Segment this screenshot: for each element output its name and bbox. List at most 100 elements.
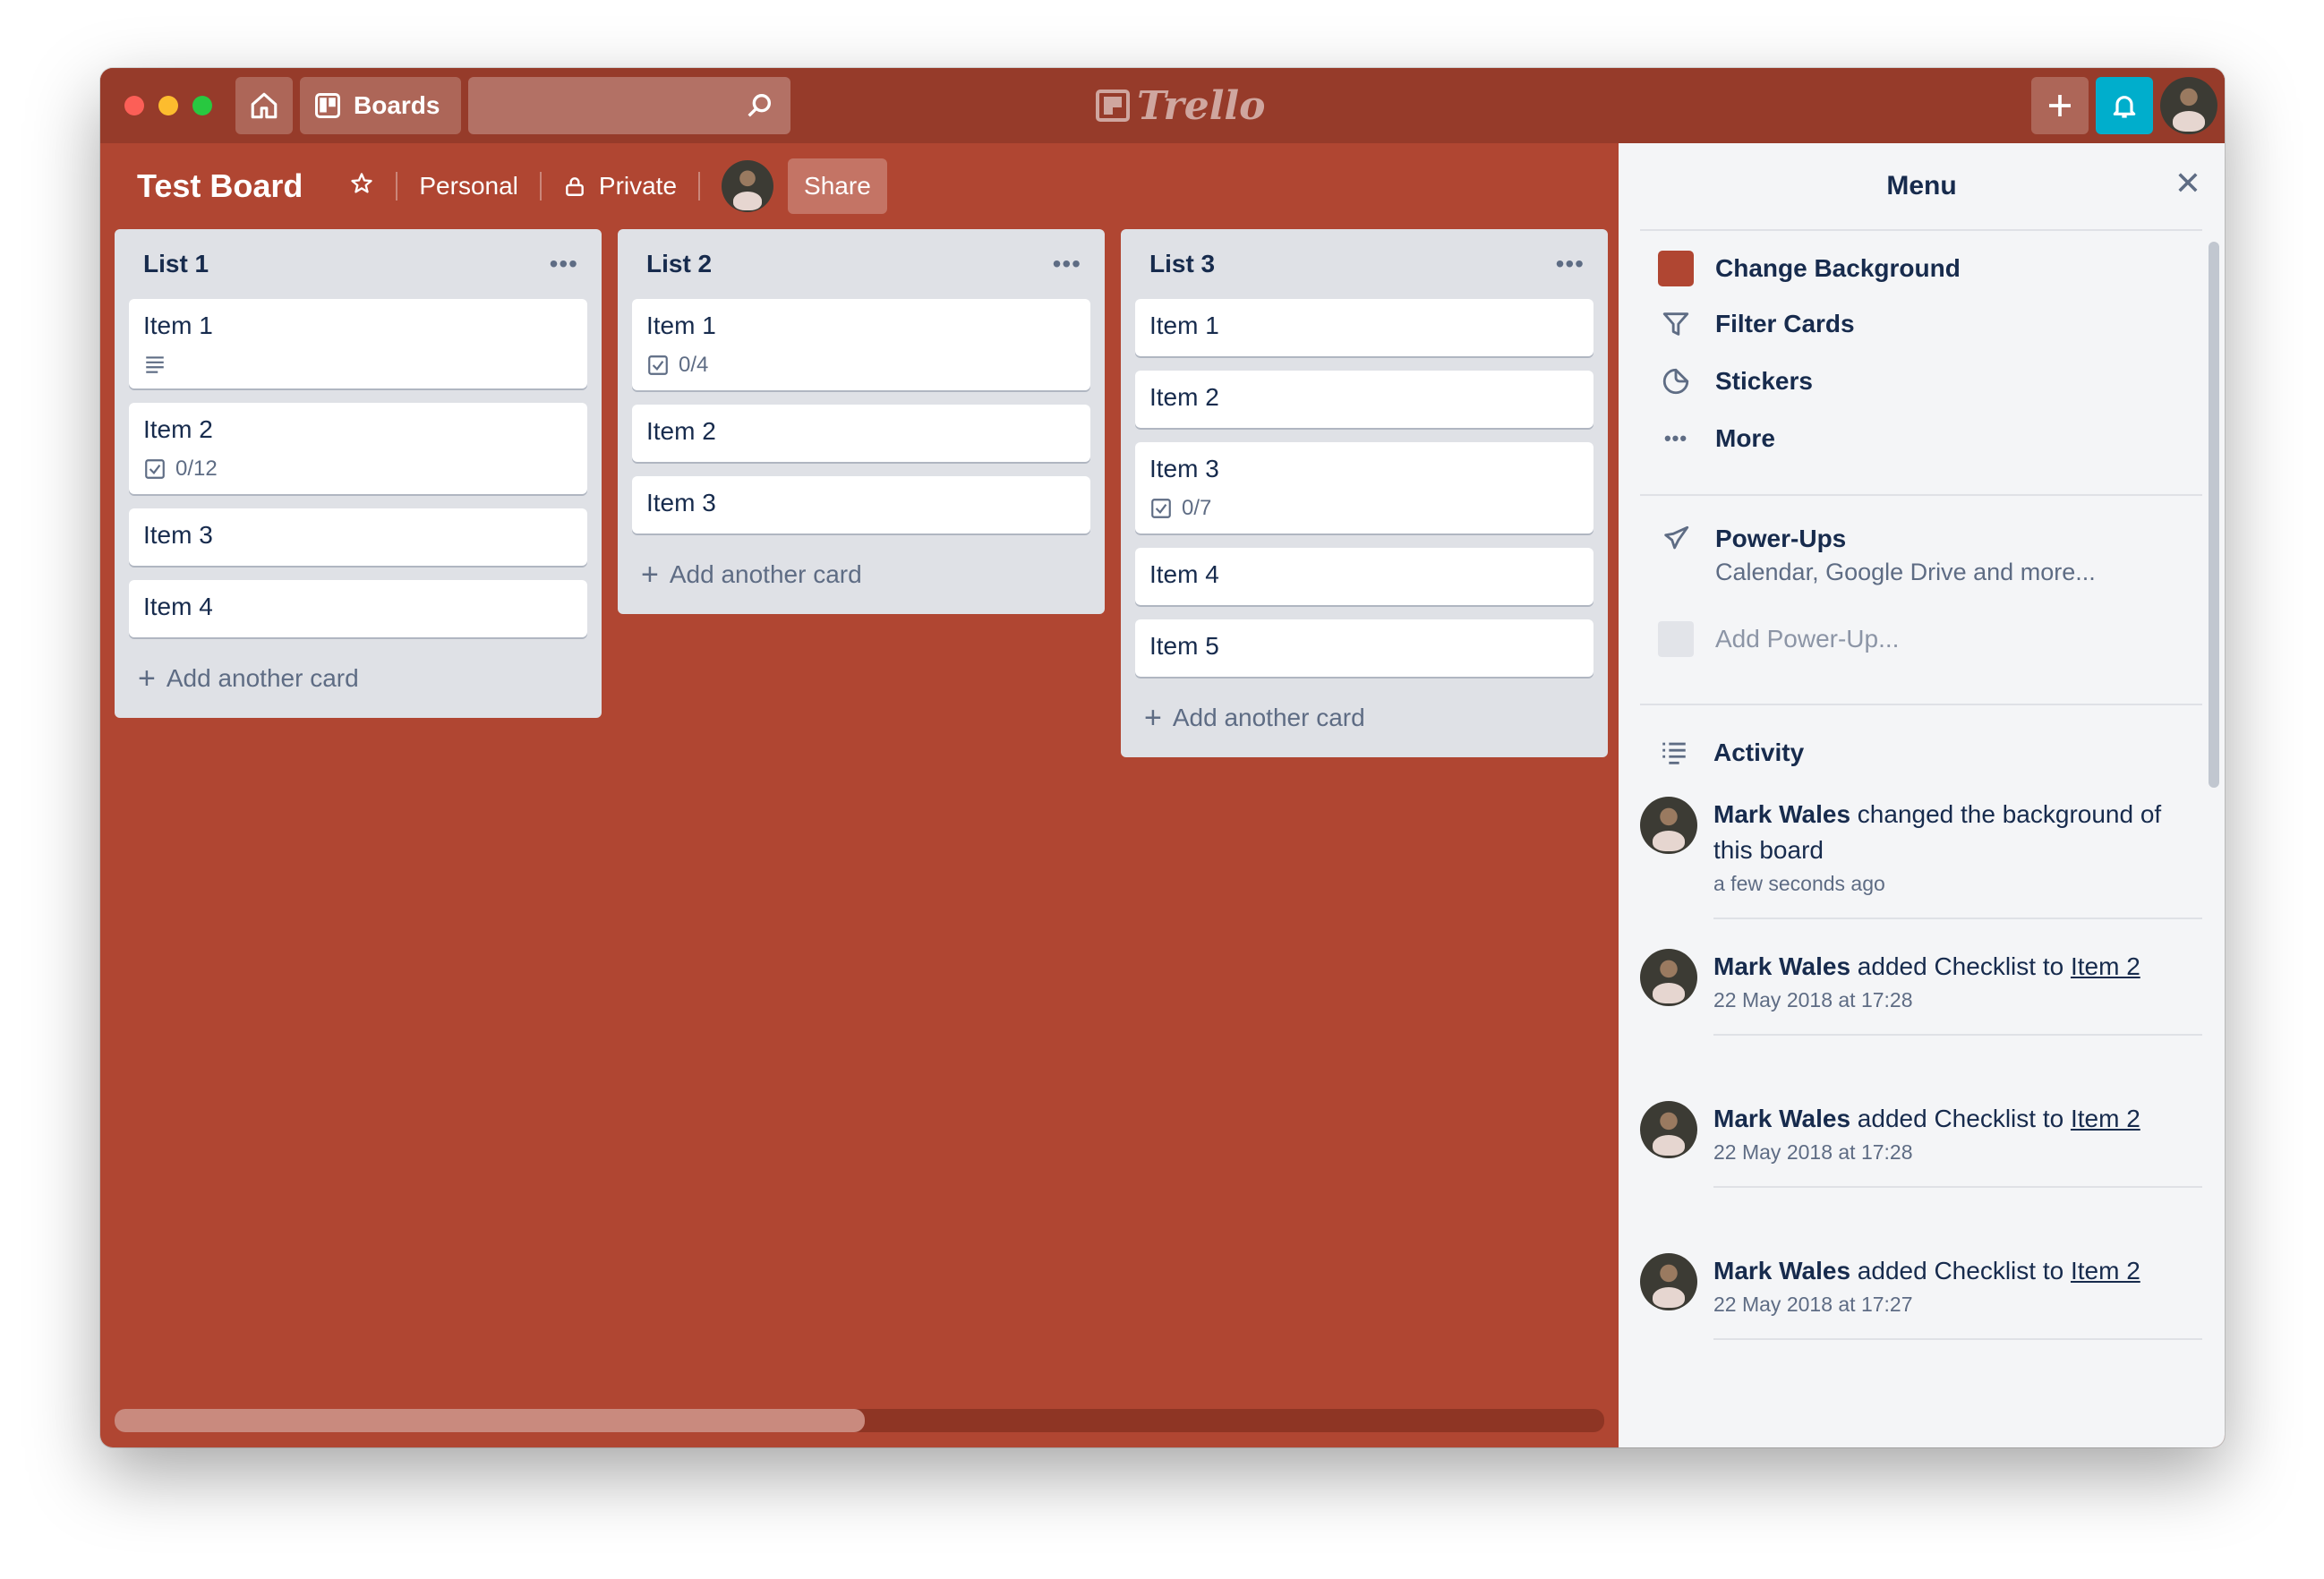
activity-text: Mark Wales added Checklist to Item 2 [1713, 1253, 2179, 1289]
divider [1713, 1338, 2202, 1340]
activity-card-link[interactable]: Item 2 [2071, 952, 2140, 980]
checklist-count: 0/12 [175, 457, 218, 481]
team-button[interactable]: Personal [419, 172, 518, 201]
list-header: List 1 ••• [129, 229, 587, 299]
sticker-icon [1658, 366, 1694, 397]
create-button[interactable] [2031, 77, 2089, 134]
filter-cards-item[interactable]: Filter Cards [1658, 297, 1855, 351]
close-window-button[interactable] [124, 96, 144, 115]
divider [1640, 704, 2202, 705]
list-menu-icon[interactable]: ••• [550, 250, 587, 278]
trello-logo-mark [1096, 90, 1130, 122]
activity-entry: Mark Wales changed the background of thi… [1640, 797, 2213, 919]
card[interactable]: Item 5 [1135, 619, 1593, 677]
activity-card-link[interactable]: Item 2 [2071, 1105, 2140, 1132]
add-power-up-button[interactable]: Add Power-Up... [1658, 618, 1899, 661]
visibility-label: Private [598, 172, 678, 200]
activity-text: Mark Wales changed the background of thi… [1713, 797, 2179, 868]
board-title[interactable]: Test Board [137, 167, 303, 205]
divider [1640, 229, 2202, 231]
card[interactable]: Item 1 [1135, 299, 1593, 356]
card[interactable]: Item 2 [632, 405, 1090, 462]
list-title[interactable]: List 1 [143, 250, 209, 278]
card[interactable]: Item 4 [1135, 548, 1593, 605]
activity-avatar[interactable] [1640, 949, 1697, 1006]
card[interactable]: Item 3 0/7 [1135, 442, 1593, 533]
card[interactable]: Item 2 [1135, 371, 1593, 428]
card-badges: 0/12 [143, 457, 573, 482]
menu-title: Menu [1886, 171, 1957, 201]
card[interactable]: Item 3 [632, 476, 1090, 533]
plus-icon: + [641, 558, 659, 592]
list[interactable]: List 3 ••• Item 1 Item 2 Item 3 0/7 Item… [1121, 229, 1608, 757]
list-title[interactable]: List 3 [1149, 250, 1215, 278]
menu-item-label: Stickers [1715, 367, 1813, 395]
card-title: Item 1 [143, 312, 213, 339]
card[interactable]: Item 4 [129, 580, 587, 637]
card-title: Item 3 [1149, 455, 1219, 482]
list[interactable]: List 2 ••• Item 1 0/4 Item 2 Item 3 + Ad… [618, 229, 1105, 614]
list-title[interactable]: List 2 [646, 250, 712, 278]
activity-user[interactable]: Mark Wales [1713, 952, 1850, 980]
divider [1713, 918, 2202, 919]
boards-label: Boards [354, 91, 440, 119]
activity-action: added Checklist to [1850, 1105, 2071, 1132]
power-ups-title: Power-Ups [1715, 525, 1847, 552]
activity-avatar[interactable] [1640, 1253, 1697, 1310]
board-header: Test Board Personal Private Share [100, 143, 887, 229]
list[interactable]: List 1 ••• Item 1 Item 2 0/12 Item 3 Ite… [115, 229, 602, 718]
divider [1640, 494, 2202, 496]
checklist-icon [648, 355, 668, 375]
close-icon[interactable]: ✕ [2174, 165, 2201, 202]
list-menu-icon[interactable]: ••• [1053, 250, 1090, 278]
share-button[interactable]: Share [788, 158, 887, 214]
more-item[interactable]: ••• More [1658, 412, 1775, 465]
horizontal-scrollbar[interactable] [115, 1409, 1604, 1432]
add-card-button[interactable]: + Add another card [1135, 691, 1593, 745]
card[interactable]: Item 1 0/4 [632, 299, 1090, 390]
activity-user[interactable]: Mark Wales [1713, 800, 1850, 828]
card-badges [143, 353, 573, 376]
add-card-button[interactable]: + Add another card [632, 548, 1090, 602]
home-button[interactable] [235, 77, 293, 134]
scrollbar-thumb[interactable] [115, 1409, 865, 1432]
activity-entry: Mark Wales added Checklist to Item 2 22 … [1640, 949, 2213, 1036]
menu-item-label: Change Background [1715, 254, 1961, 282]
card[interactable]: Item 2 0/12 [129, 403, 587, 494]
top-bar: Boards Trello [100, 68, 2225, 143]
menu-scrollbar[interactable] [2209, 242, 2219, 788]
user-avatar[interactable] [2160, 77, 2217, 134]
activity-time: 22 May 2018 at 17:28 [1713, 1140, 1913, 1164]
card[interactable]: Item 3 [129, 508, 587, 566]
list-header: List 2 ••• [632, 229, 1090, 299]
minimize-window-button[interactable] [158, 96, 178, 115]
add-card-label: Add another card [166, 664, 359, 692]
activity-card-link[interactable]: Item 2 [2071, 1257, 2140, 1285]
list-menu-icon[interactable]: ••• [1556, 250, 1593, 278]
power-ups-item[interactable]: Power-Ups [1658, 519, 1846, 559]
stickers-item[interactable]: Stickers [1658, 354, 1813, 408]
notifications-button[interactable] [2096, 77, 2153, 134]
activity-user[interactable]: Mark Wales [1713, 1105, 1850, 1132]
change-background-item[interactable]: Change Background [1658, 242, 1961, 295]
header-actions [2031, 77, 2217, 134]
activity-icon [1656, 738, 1692, 768]
star-icon[interactable] [349, 171, 374, 202]
menu-item-label: More [1715, 424, 1775, 452]
activity-avatar[interactable] [1640, 797, 1697, 854]
activity-time: 22 May 2018 at 17:28 [1713, 988, 1913, 1011]
add-card-button[interactable]: + Add another card [129, 652, 587, 705]
search-input[interactable] [468, 77, 791, 134]
activity-time: 22 May 2018 at 17:27 [1713, 1293, 1913, 1316]
activity-avatar[interactable] [1640, 1101, 1697, 1158]
activity-header: Activity [1656, 730, 1804, 775]
activity-time: a few seconds ago [1713, 872, 1885, 895]
maximize-window-button[interactable] [192, 96, 212, 115]
member-avatar[interactable] [722, 160, 774, 212]
activity-user[interactable]: Mark Wales [1713, 1257, 1850, 1285]
card[interactable]: Item 1 [129, 299, 587, 388]
activity-text: Mark Wales added Checklist to Item 2 [1713, 949, 2179, 985]
visibility-button[interactable]: Private [563, 172, 677, 201]
boards-button[interactable]: Boards [300, 77, 462, 134]
trello-logo[interactable]: Trello [1096, 81, 1266, 131]
